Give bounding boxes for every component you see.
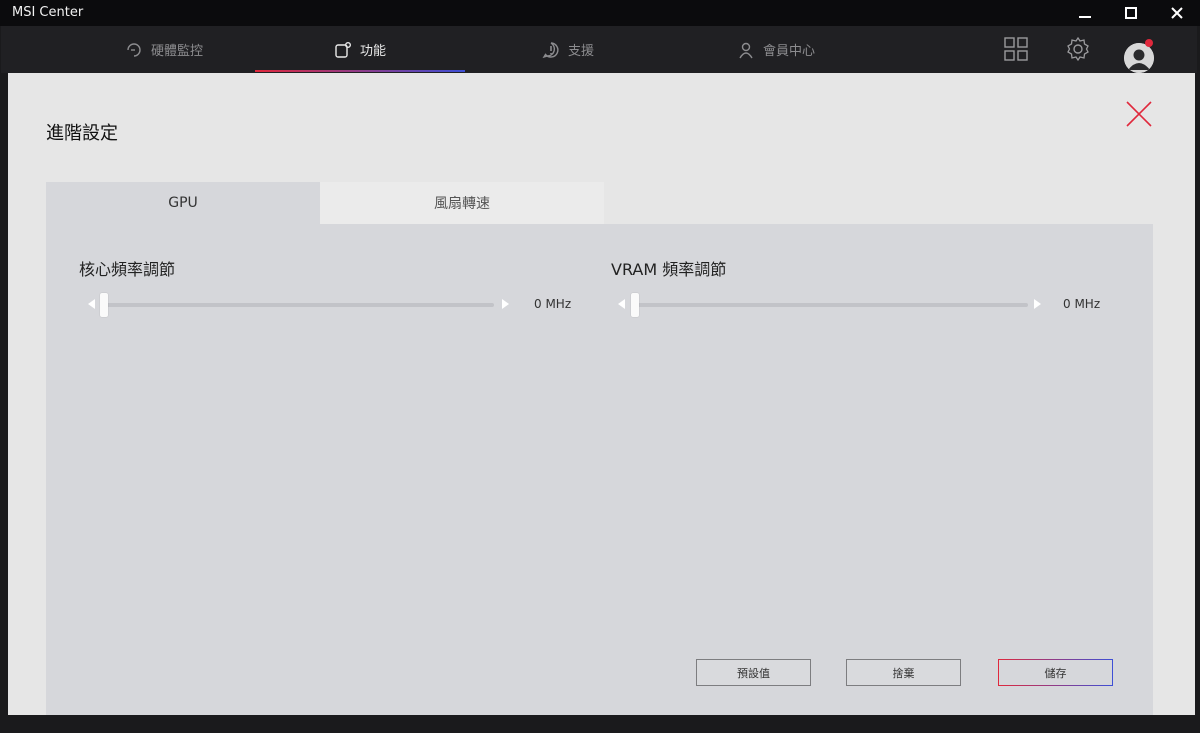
grid-view-button[interactable] <box>1003 36 1029 62</box>
settings-button[interactable] <box>1065 36 1091 62</box>
decrease-arrow-icon[interactable] <box>88 299 95 309</box>
vram-clock-slider[interactable]: 0 MHz <box>618 290 1118 320</box>
avatar[interactable] <box>1124 43 1154 73</box>
nav-item-label: 會員中心 <box>762 44 815 59</box>
notification-badge <box>1145 39 1153 47</box>
nav-item-hardware-monitor[interactable]: 硬體監控 <box>61 26 267 73</box>
minimize-icon <box>1079 16 1091 18</box>
maximize-button[interactable] <box>1108 0 1154 26</box>
core-clock-label: 核心頻率調節 <box>79 260 176 279</box>
discard-button[interactable]: 捨棄 <box>846 659 961 686</box>
vram-clock-value: 0 MHz <box>1063 297 1101 311</box>
slider-track[interactable] <box>102 303 494 307</box>
decrease-arrow-icon[interactable] <box>618 299 625 309</box>
dialog-close-button[interactable] <box>1124 99 1154 129</box>
close-icon <box>1126 101 1152 127</box>
page-title: 進階設定 <box>46 123 118 144</box>
slider-track[interactable] <box>632 303 1028 307</box>
nav-item-member-center[interactable]: 會員中心 <box>673 26 879 73</box>
tab-gpu[interactable]: GPU <box>46 182 320 224</box>
default-button[interactable]: 預設值 <box>696 659 811 686</box>
save-button[interactable]: 儲存 <box>998 659 1113 686</box>
top-nav: 硬體監控 功能 支援 會員中心 <box>1 26 1197 73</box>
user-icon <box>739 42 753 58</box>
gpu-settings-content: 核心頻率調節 0 MHz VRAM 頻率調節 0 MHz 預設值 捨棄 儲存 <box>46 224 1153 715</box>
nav-item-support[interactable]: 支援 <box>465 26 671 73</box>
window-close-button[interactable] <box>1154 0 1200 26</box>
gear-icon <box>1067 36 1089 62</box>
increase-arrow-icon[interactable] <box>502 299 509 309</box>
support-icon <box>542 41 559 58</box>
grid-icon <box>1004 37 1028 61</box>
increase-arrow-icon[interactable] <box>1034 299 1041 309</box>
app-title: MSI Center <box>12 5 84 20</box>
close-icon <box>1171 7 1183 19</box>
slider-thumb[interactable] <box>631 293 639 317</box>
tab-fan-speed[interactable]: 風扇轉速 <box>320 182 604 224</box>
feature-icon <box>335 41 351 58</box>
active-tab-indicator <box>255 70 465 72</box>
vram-clock-label: VRAM 頻率調節 <box>611 260 727 279</box>
title-bar: MSI Center <box>0 0 1200 26</box>
core-clock-slider[interactable]: 0 MHz <box>88 290 578 320</box>
core-clock-value: 0 MHz <box>534 297 572 311</box>
nav-item-label: 硬體監控 <box>150 44 203 59</box>
gauge-icon <box>127 42 141 57</box>
minimize-button[interactable] <box>1062 0 1108 26</box>
maximize-icon <box>1125 7 1137 19</box>
nav-item-label: 支援 <box>567 44 594 59</box>
nav-item-label: 功能 <box>359 44 386 59</box>
slider-thumb[interactable] <box>100 293 108 317</box>
nav-item-features[interactable]: 功能 <box>255 26 465 73</box>
profile-icon <box>1124 43 1154 73</box>
advanced-settings-dialog: 進階設定 GPU 風扇轉速 核心頻率調節 0 MHz VRAM 頻率調節 0 M… <box>8 73 1195 715</box>
